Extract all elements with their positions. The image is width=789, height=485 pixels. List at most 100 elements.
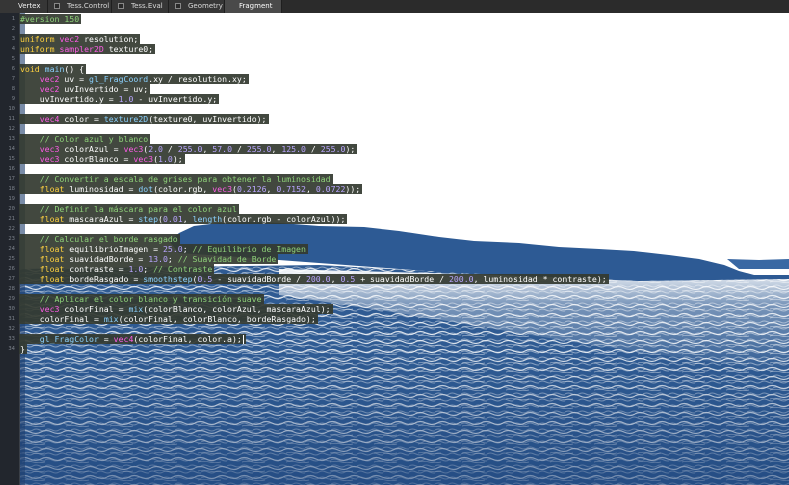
line-number: 12 [8, 126, 15, 132]
code-token: vec3 [212, 184, 232, 194]
code-token: main [44, 64, 65, 74]
code-token: 0.5 [340, 274, 356, 284]
code-line[interactable]: vec2 uv = gl_FragCoord.xy / resolution.x… [19, 74, 249, 84]
code-token: , [271, 144, 282, 154]
stage-enable-checkbox[interactable] [118, 3, 124, 9]
line-number: 19 [8, 196, 15, 202]
line-number: 16 [8, 166, 15, 172]
code-token: vec3 [123, 144, 144, 154]
code-line-highlight: uniform vec2 resolution; [19, 34, 141, 44]
code-token: uvInvertido.y = [20, 94, 119, 104]
code-token: mascaraAzul = [64, 214, 139, 224]
code-token: + suavidadBorde / [355, 274, 449, 284]
line-number: 8 [11, 86, 15, 92]
line-number: 15 [8, 156, 15, 162]
line-number: 27 [8, 276, 15, 282]
line-number: 24 [8, 246, 15, 252]
code-token: ; [167, 254, 178, 264]
code-line-highlight: float equilibrioImagen = 25.0; // Equili… [19, 244, 308, 254]
code-token: / [162, 144, 178, 154]
code-line[interactable]: vec3 colorBlanco = vec3(1.0); [19, 154, 185, 164]
text-cursor [242, 335, 244, 344]
code-line[interactable]: // Definir la máscara para el color azul [19, 204, 239, 214]
tab-tess-eval[interactable]: Tess.Eval [112, 0, 169, 13]
code-token: float [39, 184, 65, 194]
line-number: 26 [8, 266, 15, 272]
code-line[interactable]: gl_FragColor = vec4(colorFinal, color.a)… [19, 334, 246, 344]
line-number: 10 [8, 106, 15, 112]
code-line[interactable]: // Convertir a escala de grises para obt… [19, 174, 333, 184]
tab-geometry[interactable]: Geometry [169, 0, 225, 13]
code-line[interactable]: uniform sampler2D texture0; [19, 44, 156, 54]
code-token: float [39, 274, 65, 284]
tab-vertex[interactable]: Vertex [0, 0, 48, 13]
code-token: // Calcular el borde rasgado [20, 234, 178, 244]
stage-enable-checkbox[interactable] [54, 3, 60, 9]
code-line-highlight: void main() { [19, 64, 87, 74]
code-token: // Convertir a escala de grises para obt… [20, 174, 331, 184]
tab-fragment[interactable]: Fragment [225, 0, 282, 13]
code-token: // Definir la máscara para el color azul [20, 204, 237, 214]
code-line[interactable]: float bordeRasgado = smoothstep(0.5 - su… [19, 274, 609, 284]
code-line[interactable]: vec2 uvInvertido = uv; [19, 84, 151, 94]
code-line[interactable]: float suavidadBorde = 13.0; // Suavidad … [19, 254, 279, 264]
code-line[interactable]: // Aplicar el color blanco y transición … [19, 294, 264, 304]
line-number: 11 [8, 116, 15, 122]
code-line[interactable]: #version 150 [19, 14, 82, 24]
code-line[interactable]: vec3 colorFinal = mix(colorBlanco, color… [19, 304, 333, 314]
code-line[interactable]: uniform vec2 resolution; [19, 34, 141, 44]
tab-tess-control[interactable]: Tess.Control [48, 0, 112, 13]
code-line-highlight: uvInvertido.y = 1.0 - uvInvertido.y; [19, 94, 220, 104]
code-line-highlight: vec4 color = texture2D(texture0, uvInver… [19, 114, 269, 124]
code-token: vec3 [39, 144, 60, 154]
code-token: ); [172, 154, 183, 164]
code-token: texture0; [103, 44, 154, 54]
line-number: 7 [11, 76, 15, 82]
line-number: 28 [8, 286, 15, 292]
code-token: // Equilibrio de Imagen [192, 244, 306, 254]
code-token: , [182, 214, 193, 224]
code-token: , luminosidad * contraste); [473, 274, 607, 284]
code-token: , [266, 184, 277, 194]
code-token: 200.0 [448, 274, 474, 284]
code-line[interactable]: float luminosidad = dot(color.rgb, vec3(… [19, 184, 363, 194]
code-line[interactable]: void main() { [19, 64, 87, 74]
code-token: float [39, 244, 65, 254]
code-token: (color.rgb - colorAzul)); [222, 214, 346, 224]
code-token: equilibrioImagen = [64, 244, 163, 254]
code-line[interactable]: } [19, 344, 27, 354]
code-token: colorFinal = [20, 314, 104, 324]
code-line-highlight: colorFinal = mix(colorFinal, colorBlanco… [19, 314, 318, 324]
code-line-highlight: gl_FragColor = vec4(colorFinal, color.a)… [19, 334, 246, 344]
code-token: gl_FragColor [39, 334, 99, 344]
code-token: - uvInvertido.y; [133, 94, 218, 104]
line-number: 6 [11, 66, 15, 72]
code-token: gl_FragCoord [89, 74, 149, 84]
code-token: , [202, 144, 213, 154]
code-token: vec2 [59, 34, 80, 44]
code-token: = [98, 334, 114, 344]
code-line[interactable]: colorFinal = mix(colorFinal, colorBlanco… [19, 314, 318, 324]
code-line-highlight: // Aplicar el color blanco y transición … [19, 294, 264, 304]
code-line[interactable]: vec4 color = texture2D(texture0, uvInver… [19, 114, 269, 124]
code-line[interactable]: vec3 colorAzul = vec3(2.0 / 255.0, 57.0 … [19, 144, 358, 154]
code-line[interactable]: // Calcular el borde rasgado [19, 234, 180, 244]
code-token: vec2 [39, 84, 60, 94]
shader-stage-tabbar: Vertex Tess.Control Tess.Eval Geometry Fragm… [0, 0, 789, 14]
code-line-highlight: // Definir la máscara para el color azul [19, 204, 239, 214]
code-line-highlight: uniform sampler2D texture0; [19, 44, 156, 54]
code-line[interactable]: float equilibrioImagen = 25.0; // Equili… [19, 244, 308, 254]
code-token: .xy / resolution.xy; [148, 74, 247, 84]
code-token: 0.7152 [276, 184, 306, 194]
code-line[interactable]: uvInvertido.y = 1.0 - uvInvertido.y; [19, 94, 220, 104]
code-line[interactable]: float mascaraAzul = step(0.01, length(co… [19, 214, 348, 224]
stage-enable-checkbox[interactable] [175, 3, 181, 9]
code-token: #version 150 [20, 14, 80, 24]
code-line-highlight: float luminosidad = dot(color.rgb, vec3(… [19, 184, 363, 194]
code-line[interactable]: float contraste = 1.0; // Contraste [19, 264, 215, 274]
code-token: 255.0 [177, 144, 203, 154]
code-token: uniform [20, 44, 60, 54]
code-line[interactable]: // Color azul y blanco [19, 134, 151, 144]
